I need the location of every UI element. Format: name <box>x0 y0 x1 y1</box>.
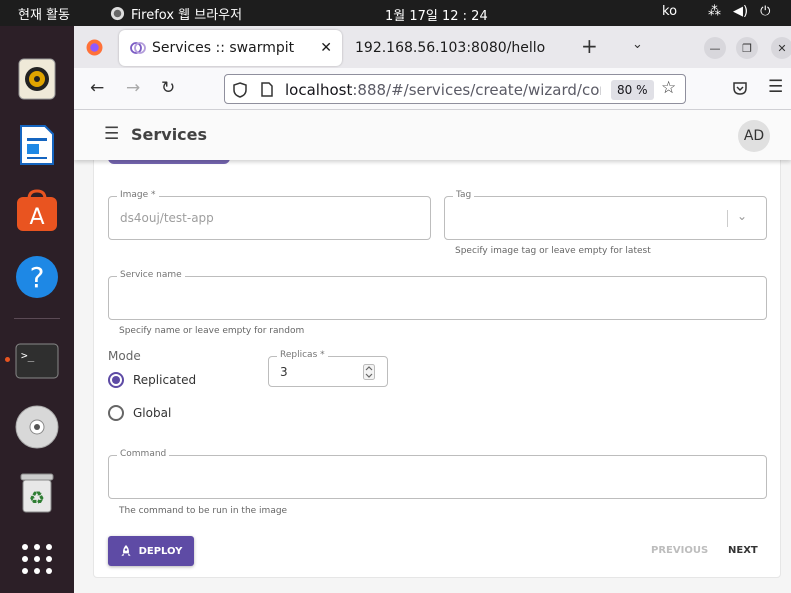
new-tab-icon[interactable]: + <box>581 34 598 58</box>
dock: A ? >_ ♻ <box>0 26 74 593</box>
mode-global-radio[interactable] <box>108 405 124 421</box>
rocket-icon <box>120 544 131 556</box>
wizard-card: Image * ds4ouj/test-app Tag ⌄ Specify im… <box>93 150 781 578</box>
hamburger-menu-icon[interactable]: ☰ <box>104 124 119 144</box>
tag-label: Tag <box>453 190 475 200</box>
close-tab-icon[interactable]: ✕ <box>320 40 332 56</box>
swarmpit-favicon <box>130 42 146 54</box>
avatar[interactable]: AD <box>738 120 770 152</box>
command-helper: The command to be run in the image <box>119 506 288 516</box>
running-indicator <box>5 357 10 362</box>
image-value: ds4ouj/test-app <box>120 211 214 225</box>
tab-label: 192.168.56.103:8080/hello <box>355 40 546 56</box>
tab-hello[interactable]: 192.168.56.103:8080/hello <box>344 30 564 66</box>
navigation-bar: ← → ↻ localhost:888/#/services/create/wi… <box>74 68 791 110</box>
help-launcher[interactable]: ? <box>14 254 60 300</box>
firefox-view-icon[interactable] <box>86 39 103 56</box>
app-grid-icon <box>22 544 52 574</box>
disc-launcher[interactable] <box>14 404 60 450</box>
power-icon: ⏻ <box>760 4 771 19</box>
pocket-icon[interactable] <box>732 81 748 96</box>
firefox-icon <box>110 6 125 21</box>
software-store-icon: A <box>17 189 57 231</box>
mode-replicated-label[interactable]: Replicated <box>133 373 196 387</box>
url-text[interactable]: localhost:888/#/services/create/wizard/c… <box>285 81 601 99</box>
terminal-launcher[interactable]: >_ <box>14 338 60 384</box>
tag-helper: Specify image tag or leave empty for lat… <box>455 246 651 256</box>
disc-icon <box>15 405 59 449</box>
page-title: Services <box>131 125 208 144</box>
system-top-bar: 현재 활동 Firefox 웹 브라우저 1월 17일 12 : 24 ko ⁂… <box>0 0 791 26</box>
maximize-icon[interactable]: ❐ <box>736 37 758 59</box>
volume-icon: ◀) <box>733 4 749 19</box>
replicas-label: Replicas * <box>277 350 328 360</box>
terminal-icon: >_ <box>15 343 59 379</box>
show-apps-button[interactable] <box>14 536 60 582</box>
command-label: Command <box>117 449 170 459</box>
close-window-icon[interactable]: ✕ <box>771 37 791 59</box>
command-field[interactable]: Command <box>108 449 767 499</box>
deploy-label: DEPLOY <box>138 545 183 557</box>
dock-separator <box>14 318 60 319</box>
service-name-field[interactable]: Service name <box>108 270 767 320</box>
image-field[interactable]: Image * ds4ouj/test-app <box>108 190 431 240</box>
speaker-icon <box>18 58 56 100</box>
rhythmbox-launcher[interactable] <box>14 56 60 102</box>
replicas-value: 3 <box>280 365 288 379</box>
software-launcher[interactable]: A <box>14 188 60 234</box>
page-icon[interactable] <box>261 82 273 97</box>
tab-label: Services :: swarmpit <box>152 40 295 56</box>
trash-icon: ♻ <box>20 473 54 513</box>
menu-icon[interactable]: ☰ <box>768 77 783 97</box>
chevron-down-icon[interactable]: ⌄ <box>737 209 747 223</box>
next-button[interactable]: NEXT <box>728 545 758 556</box>
web-page: ☰ Services AD Image * ds4ouj/test-app Ta… <box>74 110 791 593</box>
stepper-arrows-icon[interactable] <box>363 364 375 380</box>
activities-button[interactable]: 현재 활동 <box>18 4 70 23</box>
document-icon <box>20 125 54 165</box>
svg-text:A: A <box>29 205 44 230</box>
trash-launcher[interactable]: ♻ <box>14 470 60 516</box>
deploy-button[interactable]: DEPLOY <box>108 536 194 566</box>
svg-text:?: ? <box>30 261 45 294</box>
minimize-icon[interactable]: — <box>704 37 726 59</box>
image-label: Image * <box>117 190 159 200</box>
url-bar[interactable]: localhost:888/#/services/create/wizard/c… <box>224 74 686 104</box>
zoom-indicator[interactable]: 80 % <box>611 80 654 100</box>
app-name: Firefox 웹 브라우저 <box>131 8 243 23</box>
forward-icon[interactable]: → <box>126 78 140 98</box>
clock[interactable]: 1월 17일 12 : 24 <box>385 5 488 24</box>
bookmark-star-icon[interactable]: ☆ <box>661 78 676 98</box>
network-icon: ⁂ <box>708 4 721 19</box>
mode-global-label[interactable]: Global <box>133 406 171 420</box>
shield-icon[interactable] <box>233 82 247 98</box>
help-icon: ? <box>16 256 58 298</box>
back-icon[interactable]: ← <box>90 78 104 98</box>
app-menu[interactable]: Firefox 웹 브라우저 <box>110 4 242 23</box>
writer-launcher[interactable] <box>14 122 60 168</box>
mode-replicated-radio[interactable] <box>108 372 124 388</box>
replicas-stepper[interactable]: Replicas * 3 <box>268 350 388 387</box>
service-name-label: Service name <box>117 270 185 280</box>
mode-label: Mode <box>108 349 141 363</box>
app-bar: ☰ Services AD <box>74 110 791 160</box>
tab-services[interactable]: Services :: swarmpit ✕ <box>119 30 342 66</box>
service-name-helper: Specify name or leave empty for random <box>119 326 305 336</box>
previous-button[interactable]: PREVIOUS <box>651 545 708 556</box>
svg-text:♻: ♻ <box>29 488 45 509</box>
input-language[interactable]: ko <box>662 4 677 19</box>
tab-strip: Services :: swarmpit ✕ 192.168.56.103:80… <box>74 26 791 68</box>
tag-select[interactable]: Tag ⌄ <box>444 190 767 240</box>
reload-icon[interactable]: ↻ <box>161 78 175 98</box>
system-tray[interactable]: ⁂ ◀) ⏻ <box>708 4 770 19</box>
list-tabs-icon[interactable]: ⌄ <box>632 37 643 52</box>
svg-text:>_: >_ <box>21 349 35 362</box>
select-divider <box>727 210 728 227</box>
